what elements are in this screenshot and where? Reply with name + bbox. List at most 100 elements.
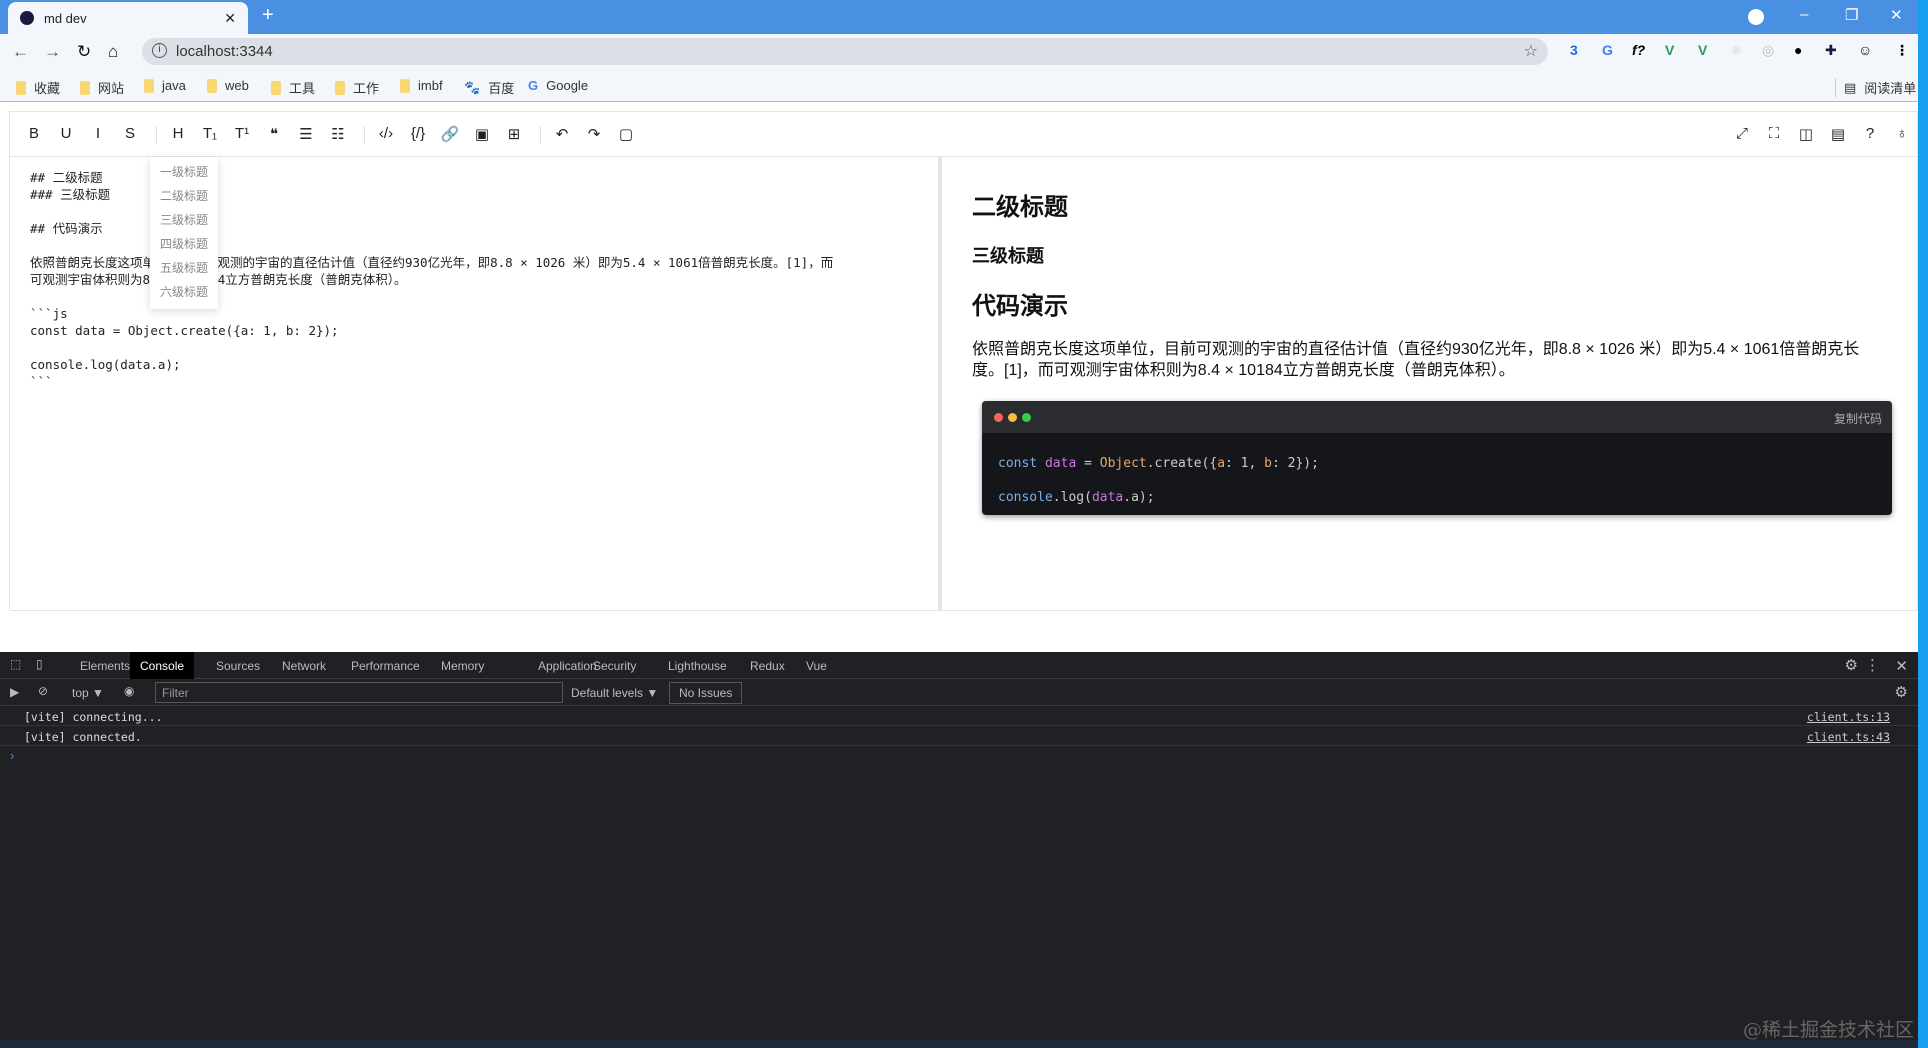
ordered-list-icon[interactable]: ☷ <box>328 125 348 143</box>
info-icon[interactable]: i <box>152 43 167 58</box>
console-message: [vite] connected. client.ts:43 <box>0 726 1918 746</box>
heading-option[interactable]: 三级标题 <box>150 211 218 235</box>
close-devtools-icon[interactable]: ✕ <box>1895 657 1908 675</box>
table-icon[interactable]: ⊞ <box>504 125 524 143</box>
heading-option[interactable]: 一级标题 <box>150 163 218 187</box>
devtools-tab-lighthouse[interactable]: Lighthouse <box>668 659 727 673</box>
avatar[interactable]: ☺ <box>1858 42 1872 58</box>
console-settings-icon[interactable]: ⚙ <box>1895 683 1908 701</box>
toolbar-divider <box>540 126 541 144</box>
extension-icon[interactable]: ◎ <box>1762 42 1774 59</box>
home-icon[interactable]: ⌂ <box>108 42 118 62</box>
clear-console-icon[interactable]: ⊘ <box>38 684 48 698</box>
strikethrough-icon[interactable]: S <box>120 125 140 142</box>
bookmark-folder[interactable]: java <box>144 78 186 93</box>
undo-icon[interactable]: ↶ <box>552 125 572 143</box>
bookmark-folder[interactable]: 工作 <box>335 78 379 97</box>
heading-option[interactable]: 六级标题 <box>150 283 218 307</box>
bookmark-folder[interactable]: 工具 <box>271 78 315 97</box>
bold-icon[interactable]: B <box>24 125 44 142</box>
save-icon[interactable]: ▢ <box>616 125 636 143</box>
devtools-tab-application[interactable]: Application <box>538 659 597 673</box>
bookmark-folder[interactable]: 网站 <box>80 78 124 97</box>
devtools-tab-elements[interactable]: Elements <box>80 659 130 673</box>
bookmark-label: 工作 <box>353 81 380 96</box>
vue-extension-icon[interactable]: V <box>1665 42 1674 58</box>
preview-icon[interactable]: ▤ <box>1828 125 1848 143</box>
heading-dropdown: 一级标题 二级标题 三级标题 四级标题 五级标题 六级标题 <box>150 157 218 309</box>
code-header: 复制代码 <box>982 401 1892 433</box>
bullet-list-icon[interactable]: ☰ <box>296 125 316 143</box>
italic-icon[interactable]: I <box>88 125 108 142</box>
devtools-tab-vue[interactable]: Vue <box>806 659 827 673</box>
devtools-tab-security[interactable]: Security <box>593 659 636 673</box>
bookmark-star-icon[interactable]: ☆ <box>1524 41 1538 61</box>
inline-code-icon[interactable]: ‹/› <box>376 125 396 142</box>
heading-option[interactable]: 二级标题 <box>150 187 218 211</box>
subscript-icon[interactable]: T₁ <box>200 125 220 142</box>
close-tab-icon[interactable]: ✕ <box>224 10 236 27</box>
tab-strip: md dev ✕ + – ❐ ✕ <box>0 0 1918 34</box>
link-icon[interactable]: 🔗 <box>440 125 460 143</box>
fullscreen-icon[interactable]: ⤢ <box>1732 125 1752 142</box>
more-icon[interactable]: ⋮ <box>1865 656 1880 674</box>
translate-extension-icon[interactable]: G <box>1602 42 1613 58</box>
filter-input[interactable]: Filter <box>155 682 563 703</box>
address-bar[interactable]: i localhost:3344 ☆ <box>142 38 1548 65</box>
reload-icon[interactable]: ↻ <box>77 42 91 62</box>
devtools-tab-memory[interactable]: Memory <box>441 659 484 673</box>
console-prompt[interactable]: › <box>0 746 1918 765</box>
reading-list[interactable]: ▤ 阅读清单 <box>1835 78 1916 97</box>
forward-icon[interactable]: → <box>44 42 61 62</box>
source-link[interactable]: client.ts:13 <box>1807 710 1890 724</box>
code-block-icon[interactable]: {/} <box>408 125 428 142</box>
github-icon[interactable]: ♁ <box>1892 125 1912 142</box>
menu-icon[interactable]: ⋮ <box>1895 42 1909 59</box>
quote-icon[interactable]: ❝ <box>264 125 284 143</box>
back-icon[interactable]: ← <box>12 42 29 62</box>
devtools-tab-redux[interactable]: Redux <box>750 659 785 673</box>
folder-icon <box>144 78 154 93</box>
split-view-icon[interactable]: ◫ <box>1796 125 1816 143</box>
bookmark-folder[interactable]: imbf <box>400 78 443 93</box>
minimize-button[interactable]: – <box>1800 6 1808 23</box>
puzzle-icon[interactable]: ✚ <box>1825 42 1837 59</box>
devtools-tab-network[interactable]: Network <box>282 659 326 673</box>
image-icon[interactable]: ▣ <box>472 125 492 143</box>
eye-icon[interactable]: ◉ <box>124 684 134 698</box>
react-extension-icon[interactable]: ⚛ <box>1730 42 1743 59</box>
devtools-tab-performance[interactable]: Performance <box>351 659 420 673</box>
context-select[interactable]: top ▼ <box>72 686 104 700</box>
function-extension-icon[interactable]: f? <box>1632 42 1645 58</box>
page-fullscreen-icon[interactable]: ⛶ <box>1764 125 1784 142</box>
heading-icon[interactable]: H <box>168 125 188 142</box>
bookmark-folder[interactable]: web <box>207 78 249 93</box>
settings-icon[interactable]: ⚙ <box>1845 656 1858 674</box>
vue-devtools-icon[interactable]: V <box>1698 42 1707 58</box>
heading-option[interactable]: 五级标题 <box>150 259 218 283</box>
sidebar-toggle-icon[interactable]: ▶ <box>10 685 19 699</box>
profile-dropdown-icon[interactable] <box>1748 9 1764 25</box>
extension-icon[interactable]: ● <box>1794 42 1802 58</box>
source-link[interactable]: client.ts:43 <box>1807 730 1890 744</box>
close-window-button[interactable]: ✕ <box>1890 6 1903 24</box>
heading-option[interactable]: 四级标题 <box>150 235 218 259</box>
help-icon[interactable]: ? <box>1860 125 1880 142</box>
browser-tab[interactable]: md dev ✕ <box>8 2 248 34</box>
superscript-icon[interactable]: T¹ <box>232 125 252 142</box>
log-levels-select[interactable]: Default levels ▼ <box>571 686 658 700</box>
bookmark-baidu[interactable]: 🐾 百度 <box>464 78 514 97</box>
new-tab-button[interactable]: + <box>262 4 274 27</box>
inspect-icon[interactable]: ⬚ <box>10 657 21 671</box>
redo-icon[interactable]: ↷ <box>584 125 604 143</box>
copy-code-button[interactable]: 复制代码 <box>1834 410 1882 427</box>
bookmark-folder[interactable]: 收藏 <box>16 78 60 97</box>
css-extension-icon[interactable]: 3 <box>1570 42 1578 58</box>
devtools-tab-sources[interactable]: Sources <box>216 659 260 673</box>
devtools-tab-console[interactable]: Console <box>130 652 195 679</box>
bookmark-google[interactable]: G Google <box>528 78 588 93</box>
underline-icon[interactable]: U <box>56 125 76 142</box>
issues-button[interactable]: No Issues <box>669 682 743 704</box>
restore-button[interactable]: ❐ <box>1845 6 1858 24</box>
device-toggle-icon[interactable]: ▯ <box>36 657 43 671</box>
